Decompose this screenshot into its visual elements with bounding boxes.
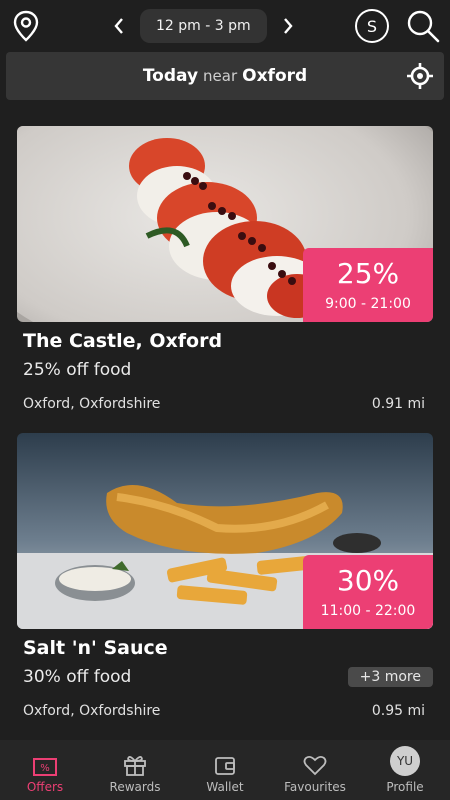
gift-icon — [124, 756, 146, 776]
offer-text: 25% off food — [23, 360, 132, 380]
card-image: 25% 9:00 - 21:00 — [17, 126, 433, 322]
card-meta: Oxford, Oxfordshire 0.91 mi — [17, 396, 433, 412]
discount-percent: 30% — [336, 564, 400, 597]
s-button[interactable]: S — [355, 9, 389, 43]
chevron-right-icon — [283, 18, 293, 34]
tab-wallet-label: Wallet — [206, 780, 244, 794]
discount-percent: 25% — [336, 257, 400, 290]
offer-row: 25% off food — [17, 358, 433, 382]
locate-me-icon[interactable] — [406, 62, 434, 90]
time-range-label: 12 pm - 3 pm — [156, 18, 251, 34]
bottom-tab-bar: % Offers Rewards Wallet Favourites YU Pr… — [0, 740, 450, 800]
tab-rewards-label: Rewards — [109, 780, 161, 794]
venue-location: Oxford, Oxfordshire — [23, 396, 161, 412]
offers-icon: % — [33, 758, 57, 776]
avatar: YU — [390, 746, 420, 776]
avatar-initials: YU — [396, 754, 414, 768]
offer-card[interactable]: 30% 11:00 - 22:00 Salt 'n' Sauce 30% off… — [17, 433, 433, 719]
card-meta: Oxford, Oxfordshire 0.95 mi — [17, 703, 433, 719]
card-image: 30% 11:00 - 22:00 — [17, 433, 433, 629]
offer-card[interactable]: 25% 9:00 - 21:00 The Castle, Oxford 25% … — [17, 126, 433, 412]
tab-favourites[interactable]: Favourites — [270, 740, 360, 800]
offer-hours: 9:00 - 21:00 — [325, 296, 411, 312]
venue-distance: 0.95 mi — [371, 703, 425, 719]
previous-time-button[interactable] — [104, 8, 134, 44]
more-offers-button[interactable]: +3 more — [347, 667, 433, 687]
venue-title: Salt 'n' Sauce — [23, 637, 168, 659]
search-icon[interactable] — [406, 9, 440, 43]
venue-location: Oxford, Oxfordshire — [23, 703, 161, 719]
day-label: Today — [142, 66, 199, 86]
tab-wallet[interactable]: Wallet — [180, 740, 270, 800]
offer-text: 30% off food — [23, 667, 132, 687]
wallet-icon — [215, 757, 235, 775]
tab-rewards[interactable]: Rewards — [90, 740, 180, 800]
chevron-left-icon — [114, 18, 123, 34]
s-button-label: S — [366, 16, 378, 36]
venue-distance: 0.91 mi — [371, 396, 425, 412]
top-bar: 12 pm - 3 pm S — [0, 0, 450, 52]
tab-profile-label: Profile — [386, 780, 424, 794]
svg-text:%: % — [40, 763, 50, 774]
location-pin-icon[interactable] — [12, 10, 40, 42]
offer-row: 30% off food +3 more — [17, 665, 433, 689]
time-navigator: 12 pm - 3 pm — [104, 8, 303, 44]
time-range-pill[interactable]: 12 pm - 3 pm — [140, 9, 267, 43]
heart-icon — [303, 755, 327, 776]
offers-feed: 25% 9:00 - 21:00 The Castle, Oxford 25% … — [0, 108, 450, 740]
discount-badge: 25% 9:00 - 21:00 — [303, 248, 433, 322]
tab-favourites-label: Favourites — [284, 780, 346, 794]
next-time-button[interactable] — [273, 8, 303, 44]
discount-badge: 30% 11:00 - 22:00 — [303, 555, 433, 629]
tab-profile[interactable]: YU Profile — [360, 740, 450, 800]
offer-hours: 11:00 - 22:00 — [320, 603, 416, 619]
near-label: near — [203, 67, 238, 85]
tab-offers[interactable]: % Offers — [0, 740, 90, 800]
location-bar[interactable]: Today near Oxford — [6, 52, 444, 100]
venue-title: The Castle, Oxford — [23, 330, 223, 352]
place-label: Oxford — [242, 66, 308, 86]
tab-offers-label: Offers — [26, 780, 64, 794]
